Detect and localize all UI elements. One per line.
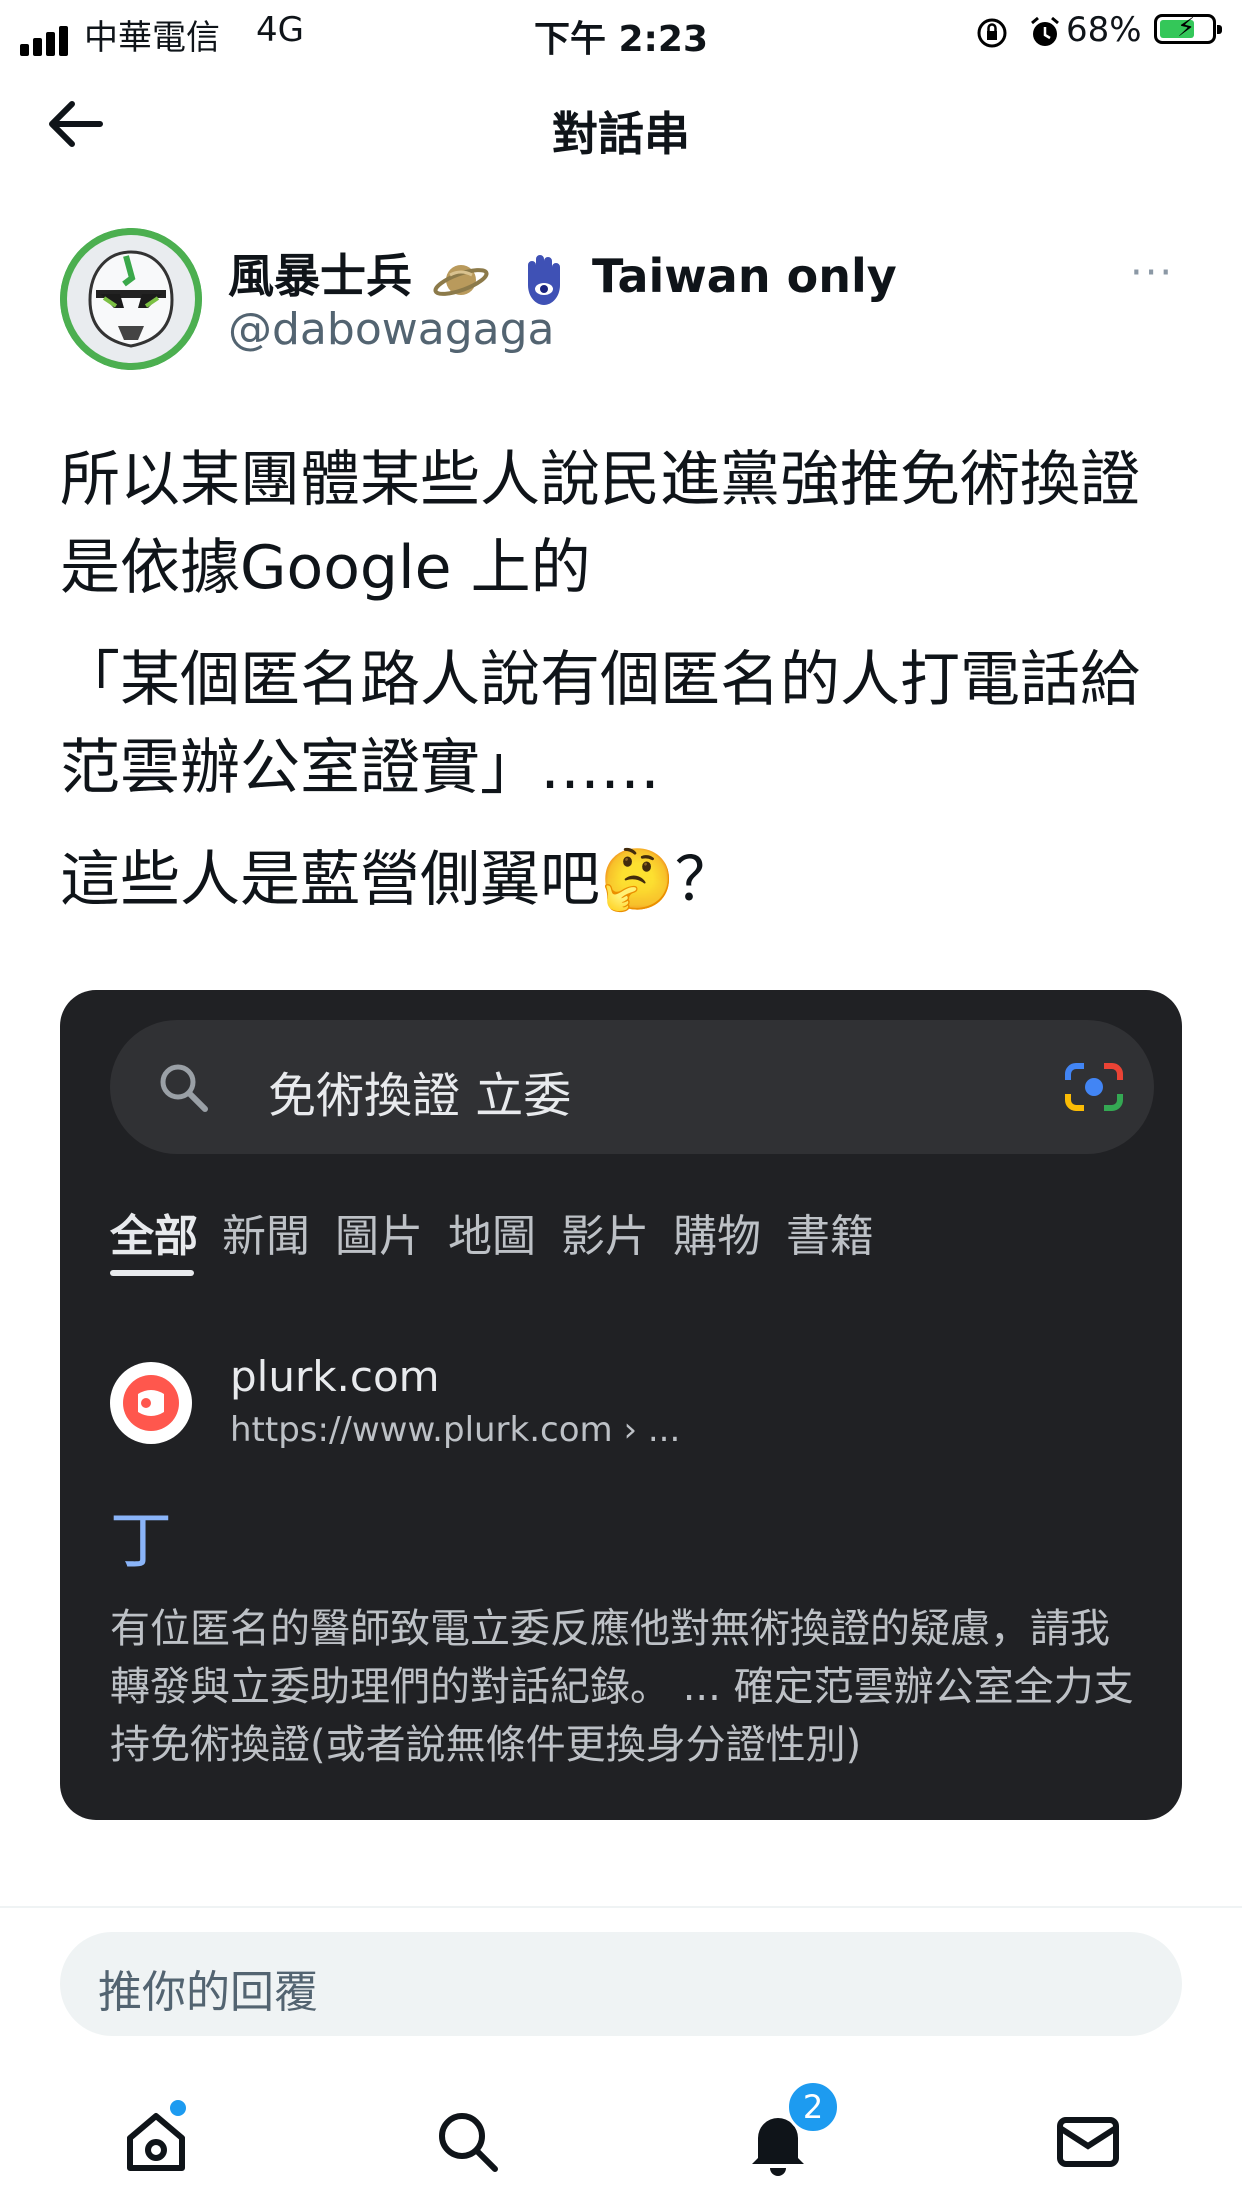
alarm-icon [1030,16,1059,46]
status-bar: 中華電信 4G 下午 2:23 68% ⚡ [0,0,1242,62]
tab-notifications[interactable]: 2 [742,2080,840,2178]
battery-charging-icon: ⚡ [1154,13,1222,44]
active-tab-indicator [110,1270,194,1276]
tweet-paragraph: 這些人是藍營側翼吧🤔？ [60,845,735,915]
saturn-icon [433,264,489,296]
search-icon [160,1064,208,1112]
tab-books: 書籍 [786,1211,874,1262]
display-name-text: 風暴士兵 [228,249,412,303]
tab-news: 新聞 [222,1211,310,1262]
result-snippet: 有位匿名的醫師致電立委反應他對無術換證的疑慮，請我轉發與立委助理們的對話紀錄。 … [110,1606,1134,1768]
result-title: 丁 [110,1504,173,1577]
reply-input[interactable]: 推你的回覆 [60,1932,1182,2036]
tweet-paragraph: 「某個匿名路人說有個匿名的人打電話給范雲辦公室證實」…… [60,645,1140,803]
hamsa-icon [528,254,561,305]
battery-percentage: 68% [1066,10,1142,50]
page-title: 對話串 [552,107,690,161]
name-suffix: Taiwan only [592,249,897,303]
home-icon [127,2113,185,2171]
tab-shopping: 購物 [673,1211,761,1262]
orientation-lock-icon [977,18,1007,48]
notification-badge: 2 [786,2080,840,2134]
search-query: 免術換證 立委 [268,1068,572,1124]
tab-maps: 地圖 [448,1211,536,1262]
author-handle[interactable]: @dabowagaga [228,304,554,355]
search-bar: 免術換證 立委 [110,1020,1154,1154]
search-icon [439,2113,498,2172]
tab-search[interactable] [432,2106,504,2178]
google-lens-icon [1065,1063,1123,1111]
tab-images: 圖片 [335,1211,423,1262]
result-url: https://www.plurk.com › ... [230,1410,681,1450]
result-site-name: plurk.com [230,1352,440,1401]
search-tabs: 全部 新聞 圖片 地圖 影片 購物 書籍 [110,1200,1182,1280]
home-unread-dot [170,2100,186,2116]
more-options-icon[interactable]: ··· [1130,250,1174,296]
plurk-favicon-icon [110,1362,192,1444]
tweet-image[interactable]: 免術換證 立委 全部 新聞 圖片 地圖 影片 購物 書籍 plurk.com h… [60,990,1182,1820]
tweet-paragraph: 所以某團體某些人說民進黨強推免術換證是依據Google 上的 [60,445,1140,603]
tab-home[interactable] [120,2100,192,2178]
divider [0,1906,1242,1908]
bottom-tab-bar: 2 [0,2080,1242,2208]
tab-messages[interactable] [1052,2106,1124,2178]
messages-icon [1057,2117,1119,2167]
reply-placeholder: 推你的回覆 [98,1967,318,2018]
tab-all: 全部 [110,1211,198,1262]
avatar[interactable] [60,228,202,370]
tab-videos: 影片 [561,1211,649,1262]
author-name[interactable]: 風暴士兵 Taiwan only [228,240,897,309]
